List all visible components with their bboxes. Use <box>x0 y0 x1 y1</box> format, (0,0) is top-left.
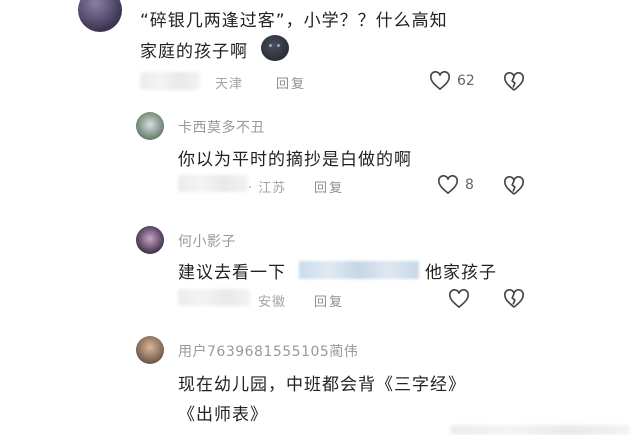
reply-button[interactable]: 回复 <box>314 291 344 310</box>
avatar[interactable] <box>136 112 164 140</box>
reply-username[interactable]: 用户7639681555105蔺伟 <box>178 341 358 361</box>
blurred-timestamp <box>140 72 200 90</box>
reply-text-prefix: 建议去看一下 <box>178 263 286 283</box>
blurred-mention <box>299 261 419 279</box>
comment-text: 家庭的孩子啊 <box>140 42 248 62</box>
reply-text: 《出师表》 <box>178 405 268 425</box>
reply-location: 安徽 <box>258 295 287 310</box>
blurred-timestamp <box>178 289 250 306</box>
reply-button[interactable]: 回复 <box>314 177 344 196</box>
reply-button[interactable]: 回复 <box>276 73 306 92</box>
blurred-footer <box>450 425 630 435</box>
dark-face-emoji <box>261 35 289 61</box>
like-count: 8 <box>465 177 474 193</box>
comment-text: “碎银几两逢过客”，小学？？什么高知 <box>140 11 448 31</box>
comment-location: 天津 <box>215 77 244 92</box>
avatar[interactable] <box>136 336 164 364</box>
like-button[interactable]: 8 <box>437 175 474 195</box>
reply-text: 现在幼儿园，中班都会背《三字经》 <box>178 375 466 395</box>
avatar[interactable] <box>78 0 122 32</box>
blurred-timestamp <box>178 175 248 192</box>
heart-icon <box>429 71 451 91</box>
broken-heart-icon[interactable] <box>503 289 525 309</box>
like-button[interactable]: 62 <box>429 71 475 91</box>
reply-text: 你以为平时的摘抄是白做的啊 <box>178 150 412 170</box>
heart-icon[interactable] <box>448 289 470 309</box>
broken-heart-icon[interactable] <box>503 72 525 92</box>
avatar[interactable] <box>136 226 164 254</box>
reply-location: · 江苏 <box>248 181 287 196</box>
broken-heart-icon[interactable] <box>503 176 525 196</box>
reply-text-suffix: 他家孩子 <box>425 263 497 283</box>
like-count: 62 <box>457 73 475 89</box>
reply-username[interactable]: 卡西莫多不丑 <box>178 117 265 137</box>
heart-icon <box>437 175 459 195</box>
reply-username[interactable]: 何小影子 <box>178 231 236 251</box>
